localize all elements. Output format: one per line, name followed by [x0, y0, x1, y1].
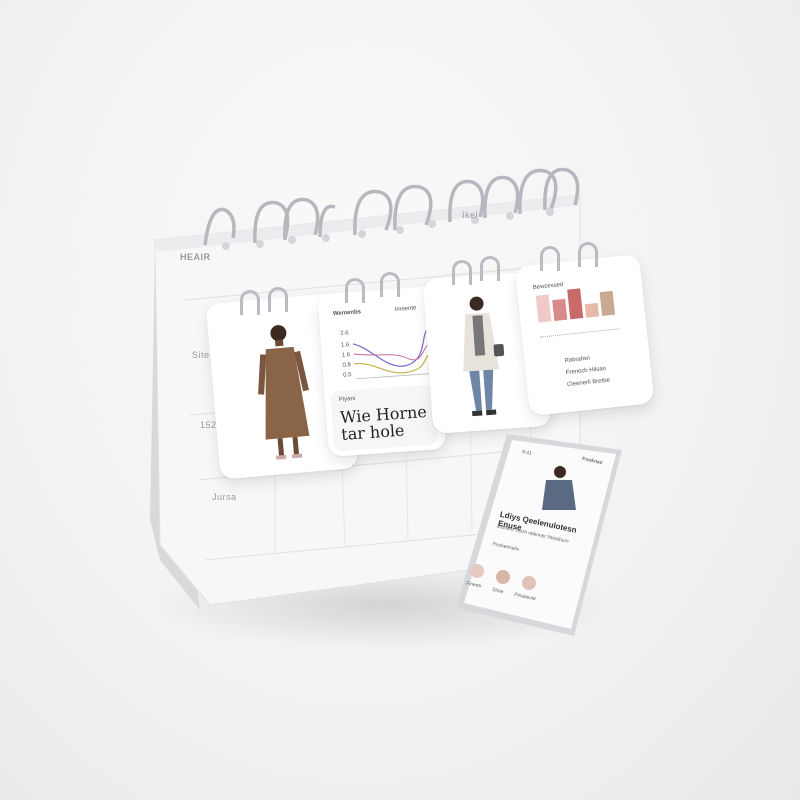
calendar-row-label: Jursa [212, 492, 237, 502]
phone-item-thumb[interactable] [522, 576, 536, 590]
y-tick: 1.6 [341, 352, 351, 359]
bar-card[interactable]: Bewcessed Rabrahwi Frenoch Hilsao Cleene… [514, 253, 655, 417]
card-hook [380, 272, 400, 297]
card-hook [452, 260, 472, 285]
smartphone: 9:41 Fooknas Ldiys Qeelenulotesn Enuse E… [452, 432, 628, 638]
text-panel: Piyani Wie Horne tar hole [330, 384, 439, 452]
y-tick: 1.6 [340, 342, 350, 349]
phone-model-photo [542, 466, 576, 510]
text-panel-headline: Wie Horne tar hole [339, 401, 428, 444]
calendar-header-label: HEAIR [180, 252, 211, 262]
card-hook [578, 242, 598, 267]
list-item: Cleenerli Bretbe [566, 377, 611, 389]
card-hook [268, 287, 288, 312]
card-hook [345, 278, 365, 303]
calendar-header-right: Ikel [462, 210, 479, 220]
phone-item-thumb[interactable] [470, 564, 484, 578]
card-hook [480, 256, 500, 281]
list-item: Frenoch Hilsao [565, 365, 607, 377]
text-panel-caption: Piyani [338, 395, 356, 404]
bar [552, 298, 568, 322]
y-tick: 0.8 [342, 362, 352, 369]
bar [535, 294, 552, 323]
y-tick: 2.6 [340, 330, 349, 337]
phone-item-thumb[interactable] [496, 570, 510, 584]
chart-card-right-label: Imeente [394, 305, 417, 313]
bar [599, 290, 616, 317]
bar [567, 288, 584, 320]
card-hook [540, 246, 560, 271]
line-chart [352, 328, 432, 380]
bar [584, 302, 600, 318]
card-hook [240, 290, 260, 315]
y-tick: 0.5 [342, 372, 352, 379]
chart-card-title: Wemenbs [332, 309, 362, 318]
list-item: Rabrahwi [564, 355, 591, 365]
bar-chart [535, 288, 616, 323]
